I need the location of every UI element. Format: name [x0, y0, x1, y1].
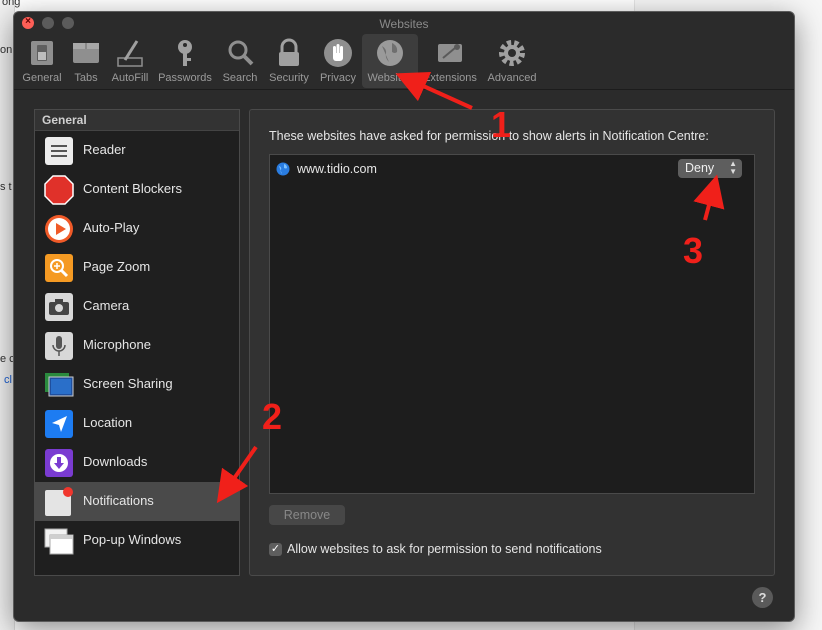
- chevron-updown-icon: ▲ ▼: [729, 159, 737, 176]
- site-name: www.tidio.com: [297, 162, 377, 176]
- toolbar-tabs[interactable]: Tabs: [66, 34, 106, 88]
- allow-notifications-label: Allow websites to ask for permission to …: [287, 542, 602, 556]
- notifications-icon: [45, 487, 73, 516]
- toolbar-advanced[interactable]: Advanced: [482, 34, 542, 88]
- background-link[interactable]: cl: [4, 374, 12, 386]
- permission-select[interactable]: Deny ▲ ▼: [678, 159, 742, 178]
- globe-icon: [377, 40, 403, 66]
- sidebar-item-label: Auto-Play: [83, 220, 140, 235]
- sidebar-item-content-blockers[interactable]: Content Blockers: [35, 170, 239, 209]
- hand-icon: [324, 39, 352, 67]
- sidebar-item-screen-sharing[interactable]: Screen Sharing: [35, 365, 239, 404]
- preferences-window: × Websites General Tabs AutoFill Passwor…: [13, 11, 795, 622]
- preferences-toolbar: General Tabs AutoFill Passwords Search S…: [14, 34, 794, 90]
- key-icon: [178, 40, 192, 66]
- sidebar-item-popup-windows[interactable]: Pop-up Windows: [35, 521, 239, 560]
- help-button[interactable]: ?: [752, 587, 773, 608]
- reader-icon: [45, 137, 73, 165]
- window-title: Websites: [379, 17, 429, 31]
- toolbar-passwords[interactable]: Passwords: [155, 34, 215, 88]
- sidebar-item-reader[interactable]: Reader: [35, 131, 239, 170]
- screen-sharing-icon: [45, 373, 74, 397]
- sidebar: General Reader Content Blockers Auto-Pla: [34, 109, 240, 576]
- sidebar-item-label: Pop-up Windows: [83, 532, 182, 547]
- sidebar-header: General: [35, 110, 239, 131]
- annotation-number-3: 3: [683, 230, 704, 271]
- autofill-pencil-icon: [117, 40, 143, 67]
- sidebar-item-downloads[interactable]: Downloads: [35, 443, 239, 482]
- list-item[interactable]: www.tidio.com Deny ▲ ▼: [270, 159, 754, 181]
- sidebar-item-label: Microphone: [83, 337, 151, 352]
- toolbar-security[interactable]: Security: [264, 34, 314, 88]
- toolbar-label: Privacy: [319, 72, 357, 84]
- sidebar-item-page-zoom[interactable]: Page Zoom: [35, 248, 239, 287]
- toolbar-privacy[interactable]: Privacy: [316, 34, 360, 88]
- background-text: on: [0, 44, 13, 56]
- magnifier-icon: [228, 40, 254, 66]
- toolbar-label: AutoFill: [111, 72, 149, 84]
- toolbar-label: Security: [269, 72, 309, 84]
- allow-notifications-checkbox[interactable]: ✓: [269, 543, 282, 556]
- sidebar-item-auto-play[interactable]: Auto-Play: [35, 209, 239, 248]
- background-text: s t: [0, 181, 12, 193]
- download-icon: [45, 449, 73, 477]
- sidebar-item-label: Screen Sharing: [83, 376, 173, 391]
- websites-list[interactable]: www.tidio.com Deny ▲ ▼: [269, 154, 755, 494]
- sidebar-item-label: Page Zoom: [83, 259, 151, 274]
- permission-value: Deny: [685, 161, 715, 175]
- location-arrow-icon: [45, 410, 73, 438]
- background-text: ong: [2, 0, 21, 8]
- sidebar-item-label: Content Blockers: [83, 181, 182, 196]
- sidebar-item-label: Notifications: [83, 493, 154, 508]
- popup-windows-icon: [44, 528, 74, 555]
- annotation-number-1: 1: [491, 104, 512, 145]
- tabs-icon: [73, 43, 99, 63]
- toolbar-general[interactable]: General: [20, 34, 64, 88]
- title-bar: × Websites: [14, 12, 794, 36]
- sidebar-item-label: Reader: [83, 142, 126, 157]
- annotation-number-2: 2: [262, 396, 283, 437]
- toolbar-label: General: [22, 72, 62, 84]
- stop-sign-icon: [44, 175, 74, 205]
- sidebar-item-label: Camera: [83, 298, 130, 313]
- sidebar-item-label: Downloads: [83, 454, 148, 469]
- toolbar-label: Websites: [367, 72, 413, 84]
- toolbar-extensions[interactable]: Extensions: [420, 34, 480, 88]
- gear-icon: [499, 40, 525, 66]
- general-switch-icon: [31, 41, 53, 65]
- sidebar-item-label: Location: [83, 415, 133, 430]
- globe-icon: [276, 162, 290, 176]
- toolbar-label: Tabs: [74, 72, 98, 84]
- camera-icon: [45, 293, 73, 321]
- puzzle-icon: [438, 44, 462, 62]
- notifications-panel: These websites have asked for permission…: [249, 109, 775, 576]
- toolbar-label: Extensions: [423, 72, 477, 84]
- remove-button[interactable]: Remove: [269, 505, 345, 525]
- sidebar-item-notifications[interactable]: Notifications: [35, 482, 239, 521]
- zoom-icon: [45, 254, 73, 282]
- toolbar-divider: [14, 89, 794, 90]
- sidebar-item-camera[interactable]: Camera: [35, 287, 239, 326]
- microphone-icon: [45, 332, 73, 360]
- sidebar-item-location[interactable]: Location: [35, 404, 239, 443]
- toolbar-label: Passwords: [158, 72, 212, 84]
- sidebar-item-microphone[interactable]: Microphone: [35, 326, 239, 365]
- toolbar-label: Advanced: [487, 72, 537, 84]
- lock-icon: [279, 38, 299, 66]
- toolbar-websites[interactable]: Websites: [362, 34, 418, 88]
- toolbar-search[interactable]: Search: [218, 34, 262, 88]
- play-icon: [45, 215, 73, 243]
- toolbar-autofill[interactable]: AutoFill: [108, 34, 152, 88]
- panel-description: These websites have asked for permission…: [269, 129, 709, 143]
- toolbar-label: Search: [222, 72, 258, 84]
